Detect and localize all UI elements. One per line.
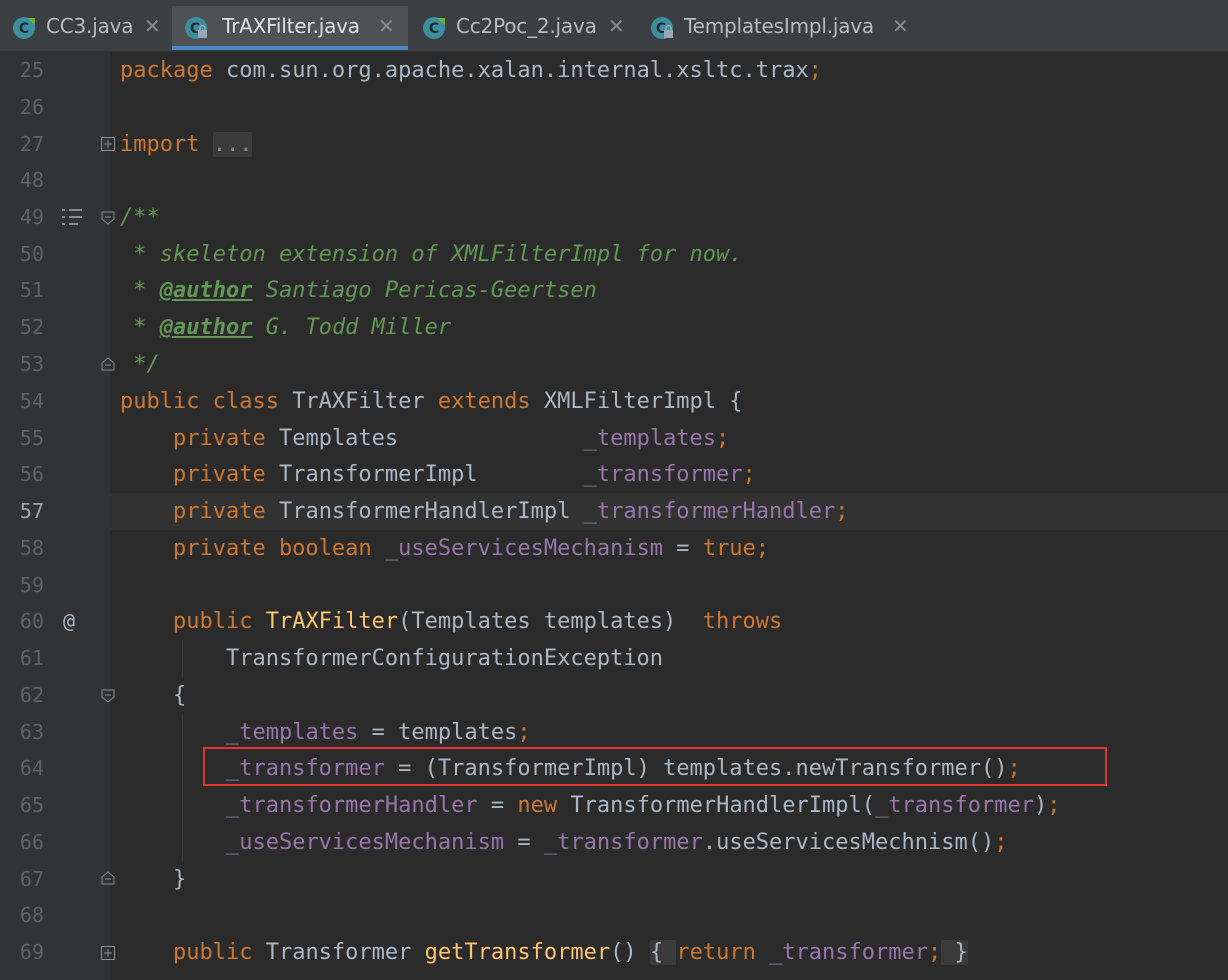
code-line: * skeleton extension of XMLFilterImpl fo…: [120, 242, 743, 267]
code-line: * @author G. Todd Miller: [120, 315, 452, 340]
code-line: _useServicesMechanism = _transformer.use…: [225, 830, 1008, 855]
fold-end-icon[interactable]: [101, 357, 115, 371]
fold-expand-icon[interactable]: [101, 946, 115, 960]
line-number: 67: [19, 867, 44, 891]
line-number: 65: [19, 793, 44, 817]
code-line: private boolean _useServicesMechanism = …: [120, 536, 770, 561]
code-line: /**: [120, 205, 160, 230]
line-number: 62: [19, 683, 44, 707]
code-line-current: private TransformerHandlerImpl _transfor…: [120, 499, 849, 524]
line-number: 48: [19, 168, 44, 192]
fold-collapse-icon[interactable]: [101, 689, 115, 703]
line-number: 61: [19, 646, 44, 670]
line-number: 66: [19, 830, 44, 854]
line-number: 55: [19, 426, 44, 450]
line-number: 63: [19, 720, 44, 744]
code-line: import ...: [120, 132, 253, 157]
tab-traxfilter[interactable]: C TrAXFilter.java ✕: [172, 6, 408, 50]
java-class-icon: C: [13, 17, 35, 39]
editor-tab-bar: C CC3.java ✕ C TrAXFilter.java ✕ C Cc2Po…: [0, 0, 1228, 52]
code-line: */: [120, 352, 160, 377]
java-class-icon: C: [423, 17, 445, 39]
tab-cc2poc[interactable]: C Cc2Poc_2.java ✕: [410, 6, 636, 50]
code-line: private TransformerImpl _transformer;: [120, 462, 756, 487]
fold-expand-icon[interactable]: [101, 137, 115, 151]
line-number: 52: [19, 315, 44, 339]
code-line: private Templates _templates;: [120, 426, 730, 451]
code-line: * @author Santiago Pericas-Geertsen: [120, 278, 597, 303]
tab-label: Cc2Poc_2.java: [456, 14, 597, 38]
tab-label: TemplatesImpl.java: [684, 14, 874, 38]
line-number: 49: [19, 205, 44, 229]
java-class-locked-icon: C: [185, 17, 207, 39]
line-number: 68: [19, 903, 44, 927]
svg-text:C: C: [19, 21, 29, 37]
code-line: public class TrAXFilter extends XMLFilte…: [120, 389, 743, 414]
code-line: TransformerConfigurationException: [120, 646, 664, 671]
tab-label: TrAXFilter.java: [222, 14, 360, 38]
code-line: public Transformer getTransformer() { re…: [120, 940, 968, 965]
fold-end-icon[interactable]: [101, 871, 115, 885]
line-number: 50: [19, 242, 44, 266]
javadoc-render-icon[interactable]: [61, 208, 83, 226]
close-icon[interactable]: ✕: [892, 14, 909, 38]
tab-templatesimpl[interactable]: C TemplatesImpl.java ✕: [638, 6, 920, 50]
close-icon[interactable]: ✕: [608, 14, 625, 38]
line-number: 69: [19, 940, 44, 964]
tab-label: CC3.java: [46, 14, 134, 38]
code-line: _transformerHandler = new TransformerHan…: [225, 793, 1061, 818]
code-line: _templates = templates;: [225, 720, 531, 745]
code-line: {: [120, 683, 187, 708]
line-number: 64: [19, 756, 44, 780]
fold-collapse-icon[interactable]: [101, 211, 115, 225]
java-class-locked-icon: C: [651, 17, 673, 39]
line-number: 53: [19, 352, 44, 376]
line-number: 59: [19, 573, 44, 597]
line-number: 25: [19, 58, 44, 82]
line-number: 26: [19, 95, 44, 119]
svg-text:C: C: [429, 21, 439, 37]
tab-cc3[interactable]: C CC3.java ✕: [0, 6, 170, 50]
code-line: package com.sun.org.apache.xalan.interna…: [120, 58, 822, 83]
close-icon[interactable]: ✕: [378, 14, 395, 38]
folded-imports[interactable]: ...: [212, 132, 253, 157]
override-marker-icon[interactable]: @: [63, 609, 75, 633]
highlight-annotation-box: [203, 747, 1107, 786]
line-number: 51: [19, 278, 44, 302]
line-number: 27: [19, 132, 44, 156]
line-number: 60: [19, 609, 44, 633]
code-line: }: [120, 867, 187, 892]
line-number: 58: [19, 536, 44, 560]
close-icon[interactable]: ✕: [144, 14, 161, 38]
code-line: public TrAXFilter(Templates templates) t…: [120, 609, 783, 634]
line-number: 56: [19, 462, 44, 486]
line-number: 54: [19, 389, 44, 413]
line-number: 57: [19, 499, 44, 523]
